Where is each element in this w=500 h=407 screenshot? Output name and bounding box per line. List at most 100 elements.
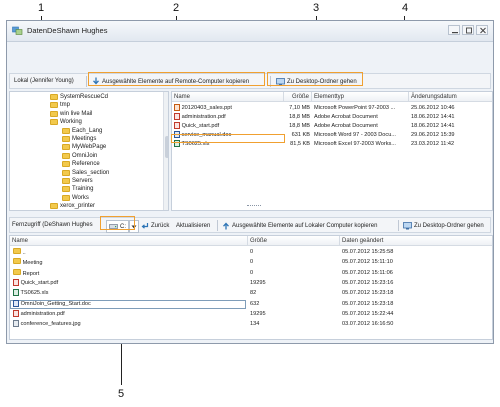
remote-file-row[interactable]: Meeting 0 05.07.2012 15:11:10	[10, 258, 492, 267]
remote-file-row[interactable]: TS0625.xls 82 05.07.2012 15:23:18	[10, 289, 492, 298]
file-name: ..	[22, 250, 26, 256]
file-date: 05.07.2012 15:11:06	[342, 269, 393, 276]
file-date: 05.07.2012 15:25:58	[342, 249, 394, 255]
file-name: Meeting	[22, 260, 43, 267]
file-name: OmniJoin_Getting_Start.doc	[20, 300, 91, 307]
callout-2: 2	[173, 2, 180, 14]
tree-item-label: Servers	[72, 178, 93, 184]
tree-item[interactable]: Servers	[62, 177, 93, 185]
tree-item[interactable]: OmniJoin	[62, 152, 97, 160]
copy-to-local-button[interactable]: Ausgewählte Elemente auf Lokaler Compute…	[220, 220, 379, 231]
file-type: Adobe Acrobat Document	[314, 114, 378, 120]
splitter-grip[interactable]	[247, 205, 261, 208]
local-col-size[interactable]: Größe	[284, 92, 312, 102]
toolbar-separator	[86, 76, 87, 87]
tree-scrollbar[interactable]	[163, 92, 168, 210]
desktop-icon	[403, 221, 412, 229]
remote-file-row[interactable]: administration.pdf 19295 05.07.2012 15:22:…	[10, 309, 492, 319]
file-name: Report	[22, 270, 40, 277]
folder-icon	[62, 136, 70, 142]
file-date: 05.07.2012 15:23:18	[342, 290, 394, 297]
folder-icon	[13, 268, 21, 275]
tree-item[interactable]: win live Mail	[50, 110, 92, 118]
close-button[interactable]	[476, 25, 488, 35]
tree-item-label: Each_Lang	[72, 127, 103, 134]
folder-icon	[13, 248, 21, 254]
remote-file-row[interactable]: .. 0 05.07.2012 15:25:58	[10, 248, 492, 257]
file-name-cell: administration.pdf	[174, 113, 282, 120]
local-col-date[interactable]: Änderungsdatum	[409, 92, 492, 102]
file-name: administration.pdf	[20, 310, 65, 317]
local-file-list[interactable]: Name Größe Elementtyp Änderungsdatum 201…	[171, 91, 493, 211]
remote-file-row[interactable]: OmniJoin_Getting_Start.doc 632 05.07.2012 …	[10, 299, 393, 309]
remote-file-row[interactable]: Report 0 05.07.2012 15:11:06	[10, 268, 492, 278]
back-label: Zurück	[151, 222, 170, 229]
minimize-button[interactable]	[448, 25, 460, 35]
maximize-button[interactable]	[462, 25, 474, 35]
file-size: 631 KB	[291, 132, 310, 138]
remote-file-list[interactable]: Name Größe Daten geändert .. 0 05.07.2012 …	[9, 235, 493, 340]
back-arrow-icon	[141, 223, 149, 229]
folder-icon	[62, 194, 70, 201]
file-type: Adobe Acrobat Document	[314, 123, 378, 129]
file-size: 632	[250, 300, 260, 307]
tree-item[interactable]: Training	[62, 185, 93, 193]
tree-item-label: Meetings	[72, 136, 97, 142]
local-col-name[interactable]: Name	[172, 92, 284, 102]
maximize-icon	[466, 27, 472, 34]
callout-2-highlight	[88, 72, 265, 86]
file-transfer-window: DatenDeShawn Hughes Lokal (Jennifer Youn…	[6, 20, 494, 344]
tree-item[interactable]: tmp	[50, 101, 70, 109]
local-file-row[interactable]: 20120403_sales.ppt 7,10 MB Microsoft Power…	[172, 104, 492, 112]
file-name: 20120403_sales.ppt	[181, 104, 232, 111]
remote-col-size[interactable]: Größe	[248, 236, 340, 246]
local-folder-tree[interactable]: SystemRescueCd tmp win live Mail Working Eac…	[9, 91, 169, 211]
tree-item[interactable]: MyWebPage	[62, 143, 106, 151]
pdf-file-icon	[174, 113, 180, 120]
file-size: 19295	[250, 279, 266, 286]
file-size: 0	[250, 249, 254, 255]
doc-file-icon	[13, 299, 19, 307]
refresh-button[interactable]: Aktualisieren	[174, 220, 212, 231]
file-name-cell: conference_features.jpg	[13, 320, 245, 328]
window-title: DatenDeShawn Hughes	[27, 26, 108, 35]
file-size: 19295	[250, 310, 266, 317]
tree-item[interactable]: Sales_section	[62, 169, 109, 177]
local-file-row[interactable]: administration.pdf 18,8 MB Adobe Acrobat D…	[172, 113, 492, 121]
back-button[interactable]: Zurück	[138, 220, 171, 231]
tree-item[interactable]: Each_Lang	[62, 127, 102, 135]
title-bar[interactable]: DatenDeShawn Hughes	[7, 21, 493, 42]
minimize-icon	[452, 32, 458, 34]
remote-col-name[interactable]: Name	[10, 236, 248, 246]
tree-item-label: Sales_section	[72, 169, 110, 176]
tree-item-label: win live Mail	[60, 110, 93, 117]
local-col-type[interactable]: Elementtyp	[312, 92, 409, 102]
tree-item[interactable]: Reference	[62, 160, 100, 168]
arrow-up-icon	[223, 222, 229, 230]
xls-file-icon	[13, 289, 19, 297]
file-date: 05.07.2012 15:22:44	[342, 310, 394, 317]
remote-desktop-button[interactable]: Zu Desktop-Ordner gehen	[401, 220, 486, 231]
file-size: 18,8 MB	[289, 114, 310, 120]
file-name-cell: administration.pdf	[13, 309, 245, 317]
tree-item-label: OmniJoin	[72, 152, 98, 159]
remote-file-row[interactable]: conference_features.jpg 134 03.07.2012 16:…	[10, 320, 492, 329]
tree-item[interactable]: Works	[62, 194, 89, 202]
tree-item[interactable]: Meetings	[62, 135, 96, 143]
tree-item[interactable]: xerox_printer	[50, 202, 95, 210]
file-name-cell: 20120403_sales.ppt	[174, 104, 282, 111]
remote-file-row[interactable]: Quick_start.pdf 19295 05.07.2012 15:23:16	[10, 278, 492, 288]
tree-scrollbar-thumb[interactable]	[165, 136, 168, 158]
folder-icon	[62, 152, 70, 159]
file-name: Quick_start.pdf	[20, 279, 59, 286]
close-icon	[480, 27, 486, 34]
file-size: 18,8 MB	[289, 123, 310, 129]
file-date: 03.07.2012 16:16:50	[342, 321, 394, 328]
remote-col-date[interactable]: Daten geändert	[340, 236, 492, 246]
tree-item[interactable]: Working	[50, 118, 82, 126]
tree-item[interactable]: SystemRescueCd	[50, 93, 108, 101]
local-file-row[interactable]: Quick_start.pdf 18,8 MB Adobe Acrobat Docu…	[172, 122, 492, 130]
file-date: 23.03.2012 11:42	[411, 141, 455, 147]
tree-item-label: MyWebPage	[72, 144, 107, 151]
file-size: 134	[250, 321, 260, 328]
